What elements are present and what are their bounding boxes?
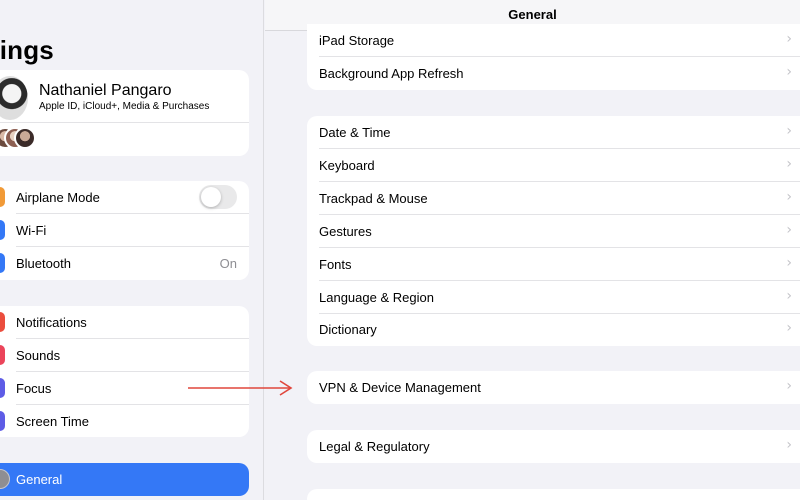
apple-id-card[interactable]: Nathaniel Pangaro Apple ID, iCloud+, Med…: [0, 70, 249, 156]
sidebar-item-label: Screen Time: [16, 414, 89, 429]
sidebar-item-label: General: [16, 472, 63, 487]
sidebar-item-wifi[interactable]: Wi-Fi: [0, 214, 249, 247]
gear-icon: [0, 469, 10, 489]
page-title: General: [508, 7, 557, 22]
vpn-group: VPN & Device Management ›: [307, 371, 800, 404]
list-item-legal-regulatory[interactable]: Legal & Regulatory ›: [307, 430, 800, 463]
airplane-icon: [0, 187, 5, 207]
sidebar-item-general[interactable]: General: [0, 463, 249, 496]
list-item-label: Date & Time: [319, 125, 391, 140]
list-item-label: Keyboard: [319, 158, 375, 173]
list-item-label: Background App Refresh: [319, 66, 464, 81]
sidebar-item-airplane-mode[interactable]: Airplane Mode: [0, 181, 249, 214]
legal-group: Legal & Regulatory ›: [307, 430, 800, 463]
list-item-label: Dictionary: [319, 322, 377, 337]
sidebar-item-label: Notifications: [16, 315, 87, 330]
notifications-icon: [0, 312, 5, 332]
sidebar-item-sounds[interactable]: Sounds: [0, 339, 249, 372]
airplane-mode-toggle[interactable]: [199, 185, 237, 209]
list-item-ipad-storage[interactable]: iPad Storage ›: [307, 24, 800, 57]
chevron-right-icon: ›: [786, 189, 792, 205]
sidebar-item-label: Bluetooth: [16, 256, 71, 271]
list-item-dictionary[interactable]: Dictionary ›: [307, 313, 800, 346]
list-item-gestures[interactable]: Gestures ›: [307, 215, 800, 248]
wifi-icon: [0, 220, 5, 240]
toggle-knob: [201, 187, 221, 207]
sidebar-item-notifications[interactable]: Notifications: [0, 306, 249, 339]
next-group: [307, 489, 800, 500]
settings-group: Date & Time › Keyboard › Trackpad & Mous…: [307, 116, 800, 346]
list-item-label: Gestures: [319, 224, 372, 239]
list-item-trackpad-mouse[interactable]: Trackpad & Mouse ›: [307, 182, 800, 215]
list-item-label: Legal & Regulatory: [319, 439, 430, 454]
chevron-right-icon: ›: [786, 255, 792, 271]
chevron-right-icon: ›: [786, 31, 792, 47]
bluetooth-icon: [0, 253, 5, 273]
sidebar: ttings Nathaniel Pangaro Apple ID, iClou…: [0, 0, 264, 500]
screen-time-icon: [0, 411, 5, 431]
divider: [0, 122, 249, 123]
chevron-right-icon: ›: [786, 320, 792, 336]
profile-subtitle: Apple ID, iCloud+, Media & Purchases: [39, 101, 210, 112]
sidebar-item-label: Focus: [16, 381, 52, 396]
chevron-right-icon: ›: [786, 156, 792, 172]
list-item-date-time[interactable]: Date & Time ›: [307, 116, 800, 149]
avatar: [0, 76, 28, 120]
sounds-icon: [0, 345, 5, 365]
list-item-language-region[interactable]: Language & Region ›: [307, 281, 800, 314]
chevron-right-icon: ›: [786, 437, 792, 453]
list-item-label: Language & Region: [319, 290, 434, 305]
storage-group: iPad Storage › Background App Refresh ›: [307, 24, 800, 90]
sidebar-item-screen-time[interactable]: Screen Time: [0, 405, 249, 437]
chevron-right-icon: ›: [786, 123, 792, 139]
focus-icon: [0, 378, 5, 398]
chevron-right-icon: ›: [786, 378, 792, 394]
sidebar-item-label: Sounds: [16, 348, 61, 363]
main-pane: General iPad Storage › Background App Re…: [265, 0, 800, 500]
annotation-arrow: [188, 380, 293, 396]
list-item-vpn-device-management[interactable]: VPN & Device Management ›: [307, 371, 800, 404]
list-item-label: iPad Storage: [319, 33, 395, 48]
list-item-label: Fonts: [319, 257, 352, 272]
family-avatars[interactable]: [0, 127, 36, 151]
list-item-keyboard[interactable]: Keyboard ›: [307, 149, 800, 182]
chevron-right-icon: ›: [786, 64, 792, 80]
sidebar-item-label: Wi-Fi: [16, 223, 47, 238]
list-item-label: VPN & Device Management: [319, 380, 481, 395]
sidebar-item-label: Airplane Mode: [16, 190, 100, 205]
list-item-background-app-refresh[interactable]: Background App Refresh ›: [307, 57, 800, 90]
list-item-fonts[interactable]: Fonts ›: [307, 248, 800, 281]
list-item-label: Trackpad & Mouse: [319, 191, 428, 206]
bluetooth-status: On: [219, 256, 237, 271]
sidebar-item-bluetooth[interactable]: Bluetooth On: [0, 247, 249, 280]
family-avatar: [14, 127, 36, 149]
notifications-group: Notifications Sounds Focus Screen Time: [0, 306, 249, 437]
profile-name: Nathaniel Pangaro: [39, 82, 172, 99]
sidebar-title: ttings: [0, 35, 54, 65]
connectivity-group: Airplane Mode Wi-Fi Bluetooth On: [0, 181, 249, 280]
chevron-right-icon: ›: [786, 222, 792, 238]
chevron-right-icon: ›: [786, 288, 792, 304]
